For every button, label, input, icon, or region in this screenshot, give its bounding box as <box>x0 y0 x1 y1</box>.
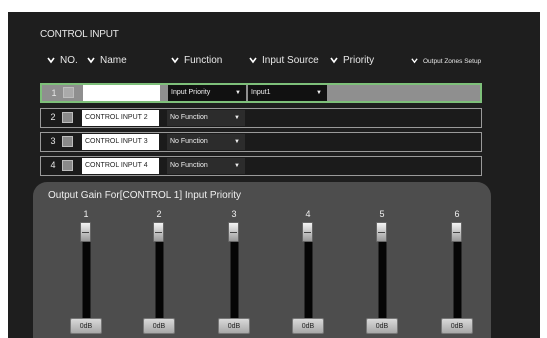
header-input-source[interactable]: Input Source <box>249 55 319 66</box>
chevron-down-icon <box>171 57 179 64</box>
fader-knob[interactable] <box>80 222 91 242</box>
header-function[interactable]: Function <box>171 55 222 66</box>
row-checkbox[interactable] <box>62 136 73 147</box>
header-input-source-label: Input Source <box>262 55 319 66</box>
chevron-down-icon <box>47 57 55 64</box>
gain-value-button[interactable]: 0dB <box>70 318 102 334</box>
channel-label: 1 <box>83 209 89 219</box>
gain-value-button[interactable]: 0dB <box>218 318 250 334</box>
function-dropdown[interactable]: Input Priority ▼ <box>168 85 246 101</box>
header-name[interactable]: Name <box>87 55 127 66</box>
output-gain-panel <box>33 182 491 338</box>
caret-down-icon: ▼ <box>235 90 241 96</box>
row-checkbox[interactable] <box>63 87 74 98</box>
name-input[interactable]: CONTROL INPUT 4 <box>82 158 159 174</box>
row-checkbox[interactable] <box>62 160 73 171</box>
channel-label: 4 <box>305 209 311 219</box>
section-title: CONTROL INPUT <box>40 29 119 40</box>
caret-down-icon: ▼ <box>234 163 240 169</box>
gain-value-button[interactable]: 0dB <box>143 318 175 334</box>
fader-knob[interactable] <box>451 222 462 242</box>
chevron-down-icon <box>330 57 338 64</box>
header-output-zones-label: Output Zones Setup <box>423 58 482 65</box>
function-dropdown[interactable]: No Function ▼ <box>167 110 245 126</box>
header-priority[interactable]: Priority <box>330 55 374 66</box>
function-dropdown[interactable]: No Function ▼ <box>167 158 245 174</box>
channel-label: 3 <box>231 209 237 219</box>
function-value: Input Priority <box>171 89 211 96</box>
function-dropdown[interactable]: No Function ▼ <box>167 134 245 150</box>
header-priority-label: Priority <box>343 55 375 66</box>
row-checkbox[interactable] <box>62 112 73 123</box>
header-name-label: Name <box>100 55 127 66</box>
header-no-label: NO. <box>60 55 78 66</box>
gain-value-button[interactable]: 0dB <box>366 318 398 334</box>
header-no[interactable]: NO. <box>47 55 78 66</box>
gain-value-button[interactable]: 0dB <box>441 318 473 334</box>
header-function-label: Function <box>184 55 223 66</box>
caret-down-icon: ▼ <box>234 115 240 121</box>
input-source-dropdown[interactable]: Input1 ▼ <box>248 85 327 101</box>
caret-down-icon: ▼ <box>316 90 322 96</box>
name-input[interactable] <box>83 85 160 101</box>
row-number: 1 <box>51 88 57 98</box>
channel-label: 2 <box>156 209 162 219</box>
gain-value-button[interactable]: 0dB <box>292 318 324 334</box>
name-input[interactable]: CONTROL INPUT 3 <box>82 134 159 150</box>
function-value: No Function <box>170 162 208 169</box>
input-source-value: Input1 <box>251 89 271 96</box>
header-output-zones[interactable]: Output Zones Setup <box>411 57 481 65</box>
chevron-down-icon <box>249 57 257 64</box>
row-number: 4 <box>50 160 56 170</box>
caret-down-icon: ▼ <box>234 139 240 145</box>
chevron-down-icon <box>87 57 95 64</box>
row-number: 2 <box>50 112 56 122</box>
function-value: No Function <box>170 114 208 121</box>
table-row[interactable]: 2 CONTROL INPUT 2 No Function ▼ <box>40 108 482 128</box>
table-row[interactable]: 3 CONTROL INPUT 3 No Function ▼ <box>40 132 482 152</box>
fader-knob[interactable] <box>376 222 387 242</box>
table-row[interactable]: 4 CONTROL INPUT 4 No Function ▼ <box>40 156 482 176</box>
name-input[interactable]: CONTROL INPUT 2 <box>82 110 159 126</box>
function-value: No Function <box>170 138 208 145</box>
row-number: 3 <box>50 136 56 146</box>
fader-knob[interactable] <box>228 222 239 242</box>
output-gain-title: Output Gain For[CONTROL 1] Input Priorit… <box>48 190 242 201</box>
fader-knob[interactable] <box>153 222 164 242</box>
channel-label: 5 <box>379 209 385 219</box>
chevron-down-icon <box>411 58 418 64</box>
table-row[interactable]: 1 Input Priority ▼ Input1 ▼ <box>40 83 482 103</box>
fader-knob[interactable] <box>302 222 313 242</box>
channel-label: 6 <box>454 209 460 219</box>
